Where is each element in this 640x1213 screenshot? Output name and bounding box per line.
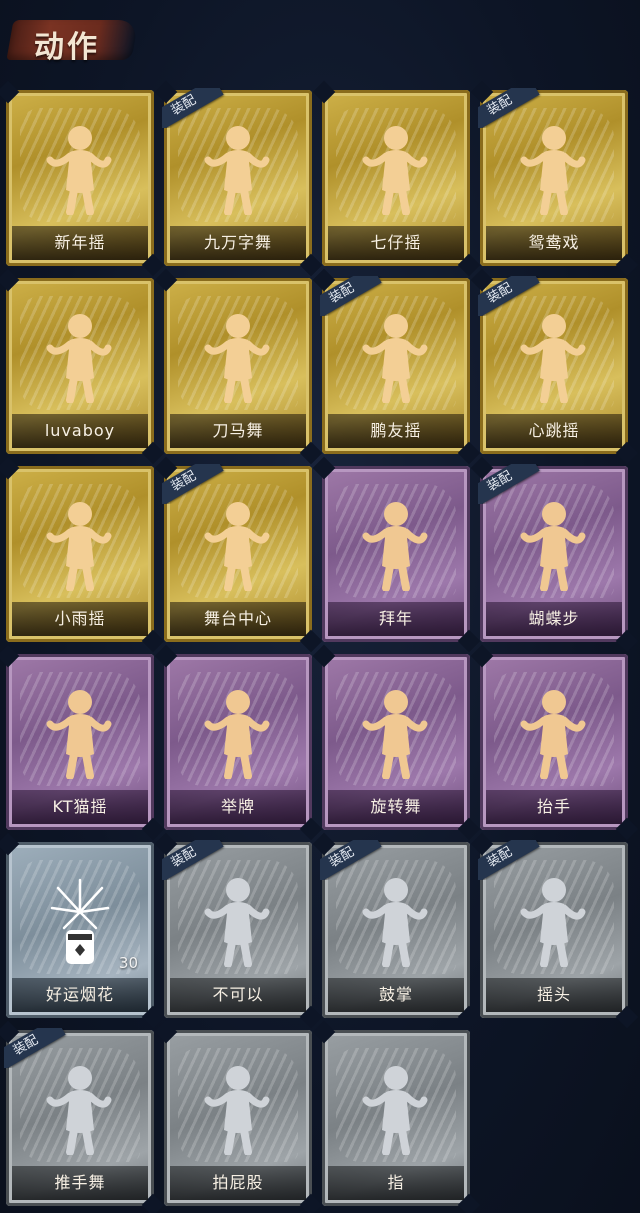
emote-card[interactable]: luvaboy — [0, 268, 165, 465]
equipped-badge: 装配 — [478, 464, 542, 504]
equipped-badge-text: 装配 — [162, 840, 224, 880]
equipped-badge-text: 装配 — [478, 276, 540, 316]
equipped-badge-text: 装配 — [478, 464, 540, 504]
dancing-figure-icon — [514, 308, 594, 404]
equipped-badge: 装配 — [162, 840, 226, 880]
emote-card[interactable]: 推手舞 装配 — [0, 1020, 165, 1213]
emote-name: 旋转舞 — [328, 790, 464, 824]
emote-card[interactable]: 举牌 — [154, 644, 323, 841]
emote-name: 心跳摇 — [486, 414, 622, 448]
firework-can-icon — [40, 872, 120, 967]
equipped-badge-text: 装配 — [4, 1028, 66, 1068]
emote-card[interactable]: 蝴蝶步 装配 — [470, 456, 639, 653]
emote-name: 拜年 — [328, 602, 464, 636]
dancing-figure-icon — [514, 120, 594, 216]
dancing-figure-icon — [40, 496, 120, 592]
dancing-figure-icon — [514, 872, 594, 968]
emote-name: 小雨摇 — [12, 602, 148, 636]
emote-card[interactable]: 新年摇 — [0, 80, 165, 277]
emote-name: 摇头 — [486, 978, 622, 1012]
emote-name: 蝴蝶步 — [486, 602, 622, 636]
emote-card[interactable]: KT猫摇 — [0, 644, 165, 841]
dancing-figure-icon — [198, 872, 278, 968]
emote-card[interactable]: 心跳摇 装配 — [470, 268, 639, 465]
emote-name: 举牌 — [170, 790, 306, 824]
equipped-badge-text: 装配 — [162, 464, 224, 504]
emote-name: 好运烟花 — [12, 978, 148, 1012]
emote-name: 拍屁股 — [170, 1166, 306, 1200]
emote-name: 舞台中心 — [170, 602, 306, 636]
dancing-figure-icon — [40, 308, 120, 404]
emote-name: KT猫摇 — [12, 790, 148, 824]
dancing-figure-icon — [198, 120, 278, 216]
dancing-figure-icon — [198, 308, 278, 404]
equipped-badge-text: 装配 — [478, 840, 540, 880]
emote-card[interactable]: 不可以 装配 — [154, 832, 323, 1029]
emote-card[interactable]: 鼓掌 装配 — [312, 832, 481, 1029]
dancing-figure-icon — [356, 120, 436, 216]
emote-name: 九万字舞 — [170, 226, 306, 260]
emote-name: 鹏友摇 — [328, 414, 464, 448]
emote-card[interactable]: 30 好运烟花 — [0, 832, 165, 1029]
emote-name: 不可以 — [170, 978, 306, 1012]
emote-card[interactable]: 抬手 — [470, 644, 639, 841]
equipped-badge: 装配 — [4, 1028, 68, 1068]
emote-card[interactable]: 舞台中心 装配 — [154, 456, 323, 653]
equipped-badge: 装配 — [320, 840, 384, 880]
emote-card[interactable]: 刀马舞 — [154, 268, 323, 465]
emote-name: luvaboy — [12, 414, 148, 448]
equipped-badge-text: 装配 — [162, 88, 224, 128]
emote-card[interactable]: 摇头 装配 — [470, 832, 639, 1029]
dancing-figure-icon — [198, 496, 278, 592]
equipped-badge: 装配 — [162, 88, 226, 128]
emote-name: 新年摇 — [12, 226, 148, 260]
emote-name: 七仔摇 — [328, 226, 464, 260]
dancing-figure-icon — [40, 684, 120, 780]
emote-name: 指 — [328, 1166, 464, 1200]
dancing-figure-icon — [356, 1060, 436, 1156]
emote-card[interactable]: 小雨摇 — [0, 456, 165, 653]
dancing-figure-icon — [514, 684, 594, 780]
emote-screen: 动作 新年摇 九万字舞 装配 七仔摇 鸳鸯戏 装配 luvaboy 刀马舞 鹏友摇 装配 心跳摇 装配… — [0, 0, 640, 1213]
emote-name: 推手舞 — [12, 1166, 148, 1200]
emote-name: 鸳鸯戏 — [486, 226, 622, 260]
section-header: 动作 — [6, 14, 139, 66]
emote-card[interactable]: 拍屁股 — [154, 1020, 323, 1213]
equipped-badge-text: 装配 — [320, 840, 382, 880]
dancing-figure-icon — [514, 496, 594, 592]
emote-name: 刀马舞 — [170, 414, 306, 448]
equipped-badge-text: 装配 — [320, 276, 382, 316]
equipped-badge: 装配 — [478, 276, 542, 316]
equipped-badge: 装配 — [320, 276, 384, 316]
emote-card[interactable]: 鸳鸯戏 装配 — [470, 80, 639, 277]
dancing-figure-icon — [356, 496, 436, 592]
emote-card[interactable]: 七仔摇 — [312, 80, 481, 277]
emote-card[interactable]: 九万字舞 装配 — [154, 80, 323, 277]
emote-card[interactable]: 拜年 — [312, 456, 481, 653]
dancing-figure-icon — [356, 684, 436, 780]
section-title: 动作 — [34, 30, 100, 65]
equipped-badge-text: 装配 — [478, 88, 540, 128]
item-count: 30 — [118, 954, 138, 972]
emote-card[interactable]: 指 — [312, 1020, 481, 1213]
dancing-figure-icon — [40, 120, 120, 216]
dancing-figure-icon — [198, 684, 278, 780]
dancing-figure-icon — [356, 872, 436, 968]
equipped-badge: 装配 — [162, 464, 226, 504]
dancing-figure-icon — [40, 1060, 120, 1156]
emote-card[interactable]: 鹏友摇 装配 — [312, 268, 481, 465]
emote-name: 抬手 — [486, 790, 622, 824]
dancing-figure-icon — [356, 308, 436, 404]
emote-card[interactable]: 旋转舞 — [312, 644, 481, 841]
equipped-badge: 装配 — [478, 840, 542, 880]
emote-name: 鼓掌 — [328, 978, 464, 1012]
dancing-figure-icon — [198, 1060, 278, 1156]
equipped-badge: 装配 — [478, 88, 542, 128]
